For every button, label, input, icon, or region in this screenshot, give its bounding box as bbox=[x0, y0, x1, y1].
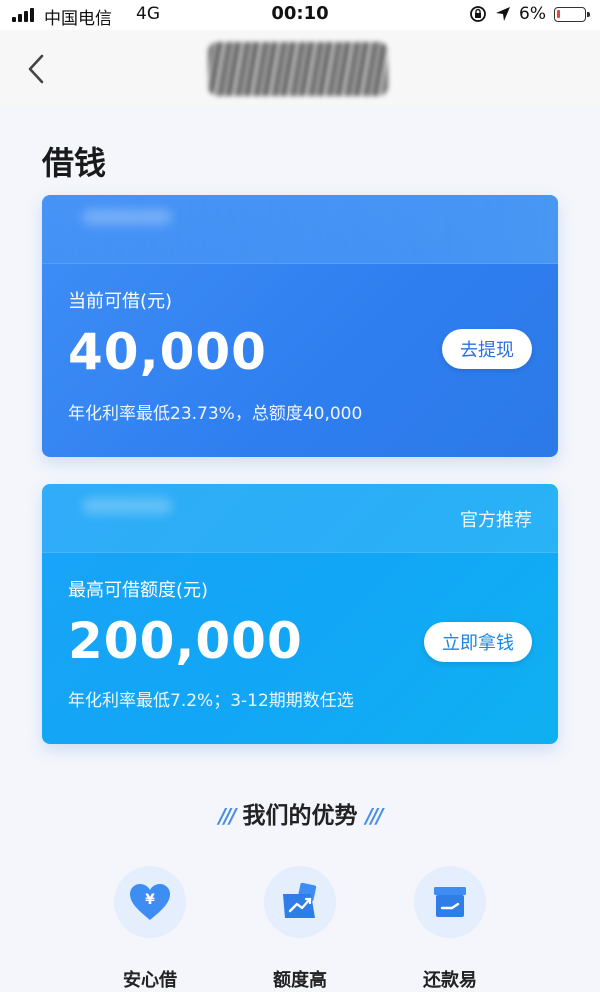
withdraw-button[interactable]: 去提现 bbox=[442, 329, 532, 369]
feature-safe-loan[interactable]: ¥ 安心借 bbox=[110, 866, 190, 992]
status-bar: 中国电信 4G 00:10 6% bbox=[0, 0, 600, 30]
nav-title-redacted bbox=[208, 42, 388, 96]
max-loan-amount: 200,000 bbox=[68, 612, 303, 670]
chevron-left-icon bbox=[28, 54, 44, 84]
current-loan-note: 年化利率最低23.73%，总额度40,000 bbox=[68, 404, 363, 424]
battery-icon bbox=[554, 6, 590, 22]
advantages-title-row: /// 我们的优势 /// bbox=[0, 796, 600, 830]
signal-icon bbox=[12, 8, 38, 22]
status-right: 6% bbox=[469, 4, 590, 24]
recommend-tag: 官方推荐 bbox=[460, 510, 532, 531]
max-loan-note: 年化利率最低7.2%；3-12期期数任选 bbox=[68, 691, 354, 711]
feature-label: 额度高 bbox=[273, 970, 327, 991]
feature-label: 安心借 bbox=[123, 970, 177, 991]
current-loan-card: 当前可借(元) 40,000 去提现 年化利率最低23.73%，总额度40,00… bbox=[42, 195, 558, 457]
get-money-button[interactable]: 立即拿钱 bbox=[424, 622, 532, 662]
feature-label: 还款易 bbox=[423, 970, 477, 991]
archive-box-icon bbox=[414, 866, 486, 938]
feature-easy-repay[interactable]: 还款易 bbox=[410, 866, 490, 992]
slash-decoration-icon: /// bbox=[365, 804, 384, 828]
back-button[interactable] bbox=[22, 52, 52, 86]
feature-high-limit[interactable]: 额度高 bbox=[260, 866, 340, 992]
nav-bar bbox=[0, 30, 600, 106]
card-header bbox=[42, 195, 558, 264]
battery-percent: 6% bbox=[519, 4, 546, 24]
advantages-title: 我们的优势 bbox=[242, 803, 358, 829]
carrier-name: 中国电信 bbox=[44, 9, 112, 29]
heart-yuan-icon: ¥ bbox=[114, 866, 186, 938]
current-loan-label: 当前可借(元) bbox=[68, 291, 173, 312]
current-loan-amount: 40,000 bbox=[68, 323, 267, 381]
max-loan-card: 官方推荐 最高可借额度(元) 200,000 立即拿钱 年化利率最低7.2%；3… bbox=[42, 484, 558, 744]
svg-text:¥: ¥ bbox=[145, 892, 155, 908]
max-loan-label: 最高可借额度(元) bbox=[68, 580, 209, 601]
network-type: 4G bbox=[136, 4, 160, 24]
slash-decoration-icon: /// bbox=[218, 804, 237, 828]
rotation-lock-icon bbox=[470, 6, 486, 22]
trend-up-icon bbox=[264, 866, 336, 938]
location-arrow-icon bbox=[496, 7, 511, 21]
page-title: 借钱 bbox=[42, 144, 107, 182]
